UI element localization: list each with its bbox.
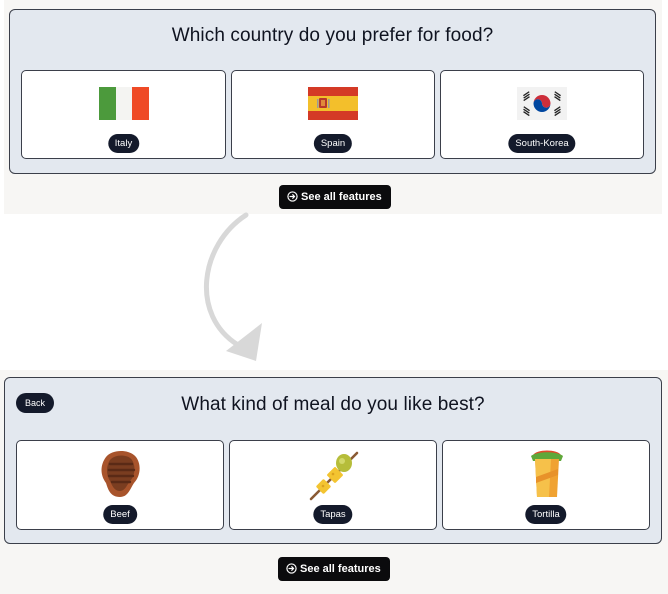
- option-card-tapas[interactable]: Tapas: [229, 440, 437, 530]
- see-all-features-label: See all features: [300, 563, 381, 575]
- south-korea-flag-icon: [517, 87, 567, 120]
- option-card-tortilla[interactable]: Tortilla: [442, 440, 650, 530]
- option-card-beef[interactable]: Beef: [16, 440, 224, 530]
- skewer-icon: [309, 451, 359, 501]
- curved-arrow-icon: [204, 212, 262, 361]
- italy-flag-icon: [99, 87, 149, 120]
- option-label-tortilla: Tortilla: [525, 505, 567, 524]
- option-label-south-korea: South-Korea: [508, 134, 576, 153]
- option-label-beef: Beef: [103, 505, 137, 524]
- option-card-spain[interactable]: Spain: [231, 70, 435, 159]
- option-label-spain: Spain: [313, 134, 353, 153]
- burrito-icon: [531, 450, 563, 497]
- option-label-italy: Italy: [107, 134, 140, 153]
- meal-question-title: What kind of meal do you like best?: [181, 394, 485, 415]
- steak-icon: [101, 451, 140, 497]
- option-card-south-korea[interactable]: South-Korea: [440, 70, 644, 159]
- option-label-tapas: Tapas: [313, 505, 353, 524]
- arrow-circle-right-icon: [287, 190, 298, 202]
- see-all-features-button-2[interactable]: See all features: [278, 557, 390, 581]
- see-all-features-label: See all features: [301, 191, 382, 203]
- country-question-panel: Which country do you prefer for food? It…: [9, 9, 656, 174]
- country-question-title: Which country do you prefer for food?: [171, 25, 494, 46]
- meal-question-panel: Back What kind of meal do you like best?…: [4, 377, 662, 544]
- spain-flag-icon: [308, 87, 358, 120]
- see-all-features-button[interactable]: See all features: [279, 185, 391, 209]
- arrow-circle-right-icon: [286, 562, 297, 574]
- option-card-italy[interactable]: Italy: [21, 70, 226, 159]
